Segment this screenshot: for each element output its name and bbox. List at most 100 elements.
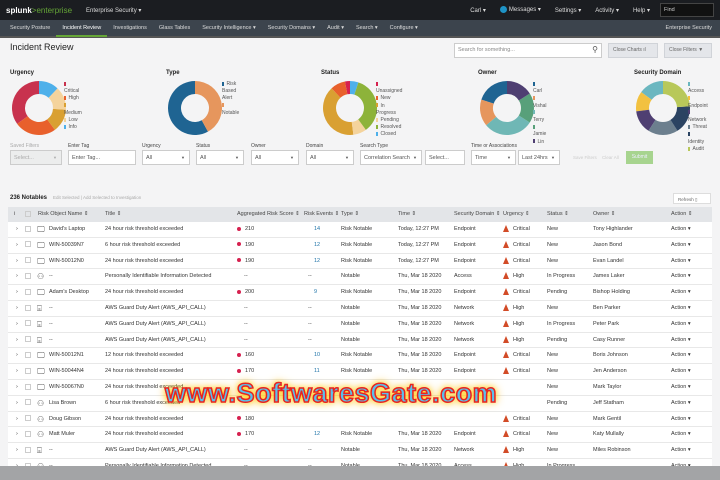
action-menu[interactable]: Action ▾ xyxy=(671,333,691,348)
column-header[interactable]: Action ⇕ xyxy=(671,207,692,222)
expand-chevron-icon[interactable]: › xyxy=(16,301,18,316)
row-checkbox[interactable] xyxy=(25,285,31,300)
table-row[interactable]: › ⌻ -- AWS Guard Duty Alert (AWS_API_CALL) -… xyxy=(8,443,712,459)
expand-chevron-icon[interactable]: › xyxy=(16,333,18,348)
table-row[interactable]: › 🖵 Adam's Desktop 24 hour risk threshold e… xyxy=(8,285,712,301)
action-menu[interactable]: Action ▾ xyxy=(671,412,691,427)
expand-chevron-icon[interactable]: › xyxy=(16,348,18,363)
row-checkbox[interactable] xyxy=(25,348,31,363)
legend-item[interactable]: Notable xyxy=(222,103,239,117)
action-menu[interactable]: Action ▾ xyxy=(671,222,691,237)
legend-item[interactable]: High xyxy=(64,95,82,102)
risk-object-name[interactable]: WIN-50067N0 xyxy=(49,380,84,395)
legend-item[interactable]: Pending xyxy=(376,117,402,124)
table-row[interactable]: › ⚇ Matt Muler 24 hour risk threshold excee… xyxy=(8,427,712,444)
messages-menu[interactable]: Messages ▾ xyxy=(499,6,541,14)
row-checkbox[interactable] xyxy=(25,412,31,427)
row-checkbox[interactable] xyxy=(25,238,31,253)
expand-chevron-icon[interactable]: › xyxy=(16,427,18,442)
expand-chevron-icon[interactable]: › xyxy=(16,222,18,237)
legend-item[interactable]: Terry xyxy=(533,110,547,124)
risk-object-name[interactable]: Doug Gibson xyxy=(49,412,81,427)
tab-audit[interactable]: Audit ▾ xyxy=(321,19,350,37)
action-menu[interactable]: Action ▾ xyxy=(671,380,691,395)
slice-audit[interactable] xyxy=(663,81,690,108)
settings-menu[interactable]: Settings ▾ xyxy=(555,7,581,14)
legend-item[interactable]: Medium xyxy=(64,103,82,117)
column-header[interactable]: Time ⇕ xyxy=(398,207,416,222)
legend-item[interactable]: Resolved xyxy=(376,124,402,131)
clear-all-link[interactable]: Clear All xyxy=(602,155,619,160)
table-row[interactable]: › 🖵 David's Laptop 24 hour risk threshold e… xyxy=(8,222,712,238)
legend-item[interactable]: Jamie xyxy=(533,124,547,138)
status-filter-select[interactable]: All ▼ xyxy=(196,150,244,165)
action-menu[interactable]: Action ▾ xyxy=(671,269,691,284)
risk-object-name[interactable]: -- xyxy=(49,443,53,458)
action-menu[interactable]: Action ▾ xyxy=(671,254,691,269)
tab-security-domains[interactable]: Security Domains ▾ xyxy=(262,19,321,37)
legend-item[interactable]: Risk Based Alert xyxy=(222,81,239,103)
risk-events[interactable]: 14 xyxy=(314,222,320,237)
expand-chevron-icon[interactable]: › xyxy=(16,380,18,395)
risk-events[interactable]: 11 xyxy=(314,364,320,379)
legend-item[interactable]: Threat xyxy=(688,124,708,131)
tab-incident-review[interactable]: Incident Review xyxy=(56,19,108,37)
user-menu[interactable]: Carl ▾ xyxy=(470,7,486,14)
legend-item[interactable]: Audit xyxy=(688,146,708,153)
tag-input[interactable]: Enter Tag... xyxy=(68,150,136,165)
action-menu[interactable]: Action ▾ xyxy=(671,317,691,332)
action-menu[interactable]: Action ▾ xyxy=(671,285,691,300)
legend-item[interactable]: Unassigned xyxy=(376,81,402,95)
activity-menu[interactable]: Activity ▾ xyxy=(595,7,619,14)
risk-object-name[interactable]: -- xyxy=(49,333,53,348)
legend-item[interactable]: Closed xyxy=(376,131,402,138)
tab-configure[interactable]: Configure ▾ xyxy=(384,19,424,37)
action-menu[interactable]: Action ▾ xyxy=(671,348,691,363)
row-checkbox[interactable] xyxy=(25,254,31,269)
table-row[interactable]: › ⌻ -- AWS Guard Duty Alert (AWS_API_CALL) -… xyxy=(8,317,712,333)
saved-filters-select[interactable]: Select... ▼ xyxy=(10,150,62,165)
legend-item[interactable]: Lin xyxy=(533,139,547,146)
row-checkbox[interactable] xyxy=(25,396,31,411)
column-header[interactable]: Title ⇕ xyxy=(105,207,121,222)
column-header[interactable]: Status ⇕ xyxy=(547,207,569,222)
legend-item[interactable]: Info xyxy=(64,124,82,131)
close-filters-button[interactable]: Close Filters ▼ xyxy=(664,43,712,58)
tab-search[interactable]: Search ▾ xyxy=(350,19,384,37)
help-menu[interactable]: Help ▾ xyxy=(633,7,650,14)
risk-events[interactable]: 12 xyxy=(314,254,320,269)
refresh-button[interactable]: Refresh ▯ xyxy=(673,193,711,204)
expand-chevron-icon[interactable]: › xyxy=(16,269,18,284)
row-checkbox[interactable] xyxy=(25,301,31,316)
action-menu[interactable]: Action ▾ xyxy=(671,364,691,379)
risk-object-name[interactable]: WIN-50044N4 xyxy=(49,364,84,379)
risk-events[interactable]: 12 xyxy=(314,427,320,442)
owner-filter-select[interactable]: All ▼ xyxy=(251,150,299,165)
action-menu[interactable]: Action ▾ xyxy=(671,443,691,458)
table-row[interactable]: › ⌻ -- AWS Guard Duty Alert (AWS_API_CALL) -… xyxy=(8,333,712,349)
expand-chevron-icon[interactable]: › xyxy=(16,238,18,253)
risk-object-name[interactable]: WIN-50012N1 xyxy=(49,348,84,363)
expand-chevron-icon[interactable]: › xyxy=(16,254,18,269)
legend-item[interactable]: New xyxy=(376,95,402,102)
bulk-actions[interactable]: Edit Selected | Add Selected to Investig… xyxy=(53,195,141,200)
column-header[interactable]: Risk Object Name ⇕ xyxy=(38,207,88,222)
legend-item[interactable]: Endpoint xyxy=(688,95,708,109)
legend-item[interactable]: In Progress xyxy=(376,103,402,117)
risk-object-name[interactable]: WIN-50012N0 xyxy=(49,254,84,269)
time-range-select[interactable]: Last 24hrs ▼ xyxy=(518,150,560,165)
risk-events[interactable]: 12 xyxy=(314,238,320,253)
tab-security-posture[interactable]: Security Posture xyxy=(4,19,56,37)
legend-item[interactable]: Low xyxy=(64,117,82,124)
legend-item[interactable]: Carl xyxy=(533,81,547,95)
select-all-checkbox[interactable] xyxy=(25,207,31,222)
risk-events[interactable]: 9 xyxy=(314,285,317,300)
table-row[interactable]: › ⚇ Doug Gibson 24 hour risk threshold exce… xyxy=(8,412,712,428)
risk-object-name[interactable]: Matt Muler xyxy=(49,427,75,442)
row-checkbox[interactable] xyxy=(25,364,31,379)
action-menu[interactable]: Action ▾ xyxy=(671,301,691,316)
row-checkbox[interactable] xyxy=(25,222,31,237)
action-menu[interactable]: Action ▾ xyxy=(671,427,691,442)
expand-chevron-icon[interactable]: › xyxy=(16,317,18,332)
column-header[interactable]: Type ⇕ xyxy=(341,207,359,222)
